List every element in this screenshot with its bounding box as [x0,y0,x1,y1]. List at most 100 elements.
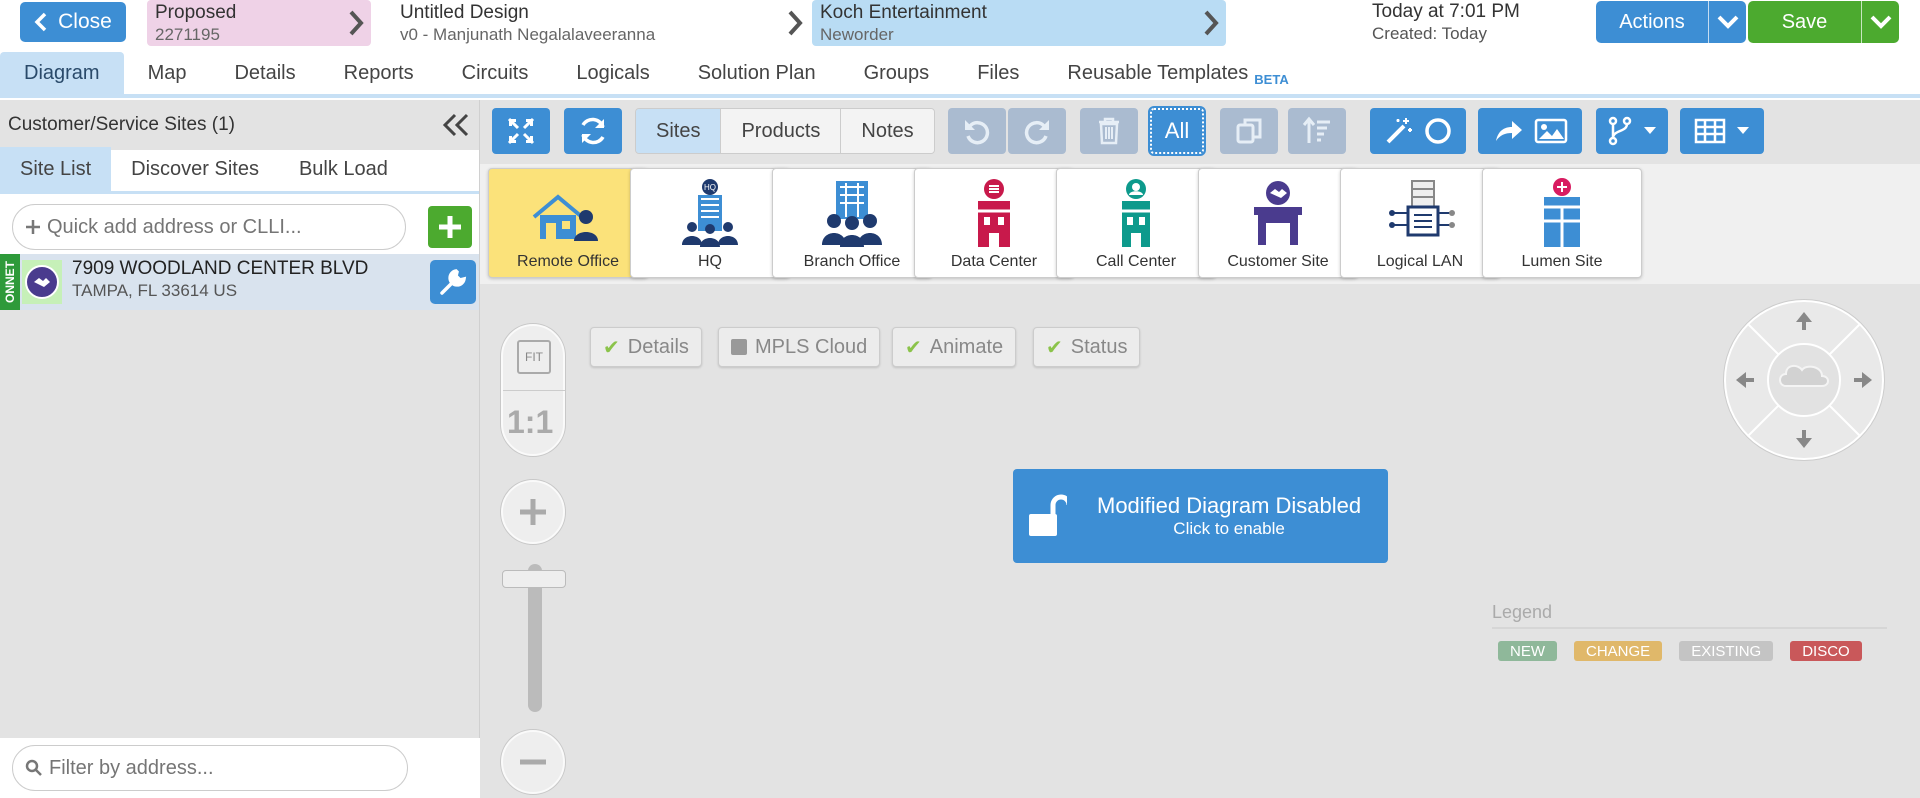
site-list-item[interactable]: ONNET 7909 WOODLAND CENTER BLVD TAMPA, F… [0,254,479,310]
save-label: Save [1781,10,1828,33]
caret-down-icon [1737,127,1749,134]
unlock-icon [1029,494,1067,536]
add-site-button[interactable] [428,206,472,248]
site-address: 7909 WOODLAND CENTER BLVD [72,258,369,279]
plus-icon [439,216,461,238]
quick-add-input[interactable] [47,215,367,239]
tab-site-list[interactable]: Site List [0,147,112,191]
zoom-slider-handle[interactable] [502,570,566,588]
chevron-down-icon [1717,15,1738,29]
beta-badge: BETA [1254,71,1289,87]
save-button[interactable]: Save [1748,1,1899,43]
zoom-in-button[interactable] [501,480,565,544]
timestamp-block: Today at 7:01 PM Created: Today [1372,1,1520,45]
copy-icon [1236,118,1262,144]
palette-customer-site[interactable]: Customer Site [1198,168,1358,278]
palette-label: Logical LAN [1376,253,1464,270]
tab-logicals[interactable]: Logicals [552,52,673,94]
sidebar-header: Customer/Service Sites (1) [0,100,479,150]
tab-bulk-load[interactable]: Bulk Load [279,147,408,191]
sidebar-tabs: Site List Discover Sites Bulk Load [0,147,479,194]
tab-details[interactable]: Details [210,52,319,94]
breadcrumb-customer[interactable]: Koch Entertainment Neworder [812,0,1226,46]
search-icon [25,759,42,776]
segment-products[interactable]: Products [721,109,842,153]
tab-discover-sites[interactable]: Discover Sites [111,147,279,191]
fit-button[interactable]: FIT [517,340,551,374]
tab-diagram[interactable]: Diagram [0,52,124,94]
image-icon [1534,118,1568,144]
logical-lan-icon [1389,180,1455,237]
palette-branch-office[interactable]: Branch Office [772,168,932,278]
enable-modified-diagram-button[interactable]: Modified Diagram Disabled Click to enabl… [1013,469,1388,563]
save-dropdown-toggle[interactable] [1861,1,1899,43]
palette-data-center[interactable]: Data Center [914,168,1074,278]
toggle-status[interactable]: ✔ Status [1033,327,1141,367]
toggle-details[interactable]: ✔ Details [590,327,702,367]
breadcrumb-design[interactable]: Untitled Design v0 - Manjunath Negalalav… [392,0,803,46]
magic-shape-button[interactable] [1370,108,1466,154]
actions-dropdown-toggle[interactable] [1708,1,1746,43]
pan-arrows-icon [1736,312,1872,448]
site-city: TAMPA, FL 33614 US [72,281,238,300]
site-settings-button[interactable] [430,260,476,304]
tab-reports[interactable]: Reports [320,52,438,94]
filter-input[interactable] [49,756,369,780]
modified-title: Modified Diagram Disabled [1097,493,1362,518]
quick-add-field [12,204,406,250]
palette-call-center[interactable]: Call Center [1056,168,1216,278]
toggle-label: Status [1070,335,1128,358]
sites-sidebar: Customer/Service Sites (1) Site List Dis… [0,100,480,798]
tab-circuits[interactable]: Circuits [438,52,553,94]
toggle-mpls-cloud[interactable]: MPLS Cloud [718,327,881,367]
sort-button[interactable] [1288,108,1346,154]
share-image-button[interactable] [1478,108,1582,154]
expand-button[interactable] [492,108,550,154]
palette-remote-office[interactable]: Remote Office [488,168,648,278]
sidebar-footer [0,738,480,798]
minus-icon [520,759,546,765]
toggle-label: MPLS Cloud [755,335,868,358]
status-label: Proposed [155,2,237,23]
chevron-left-icon [34,12,47,32]
hq-icon: HQ [682,179,738,247]
select-all-button[interactable]: All [1148,106,1206,156]
tab-reusable-templates[interactable]: Reusable Templates BETA [1043,52,1312,94]
table-dropdown-button[interactable] [1680,108,1764,154]
pan-navigation-pad[interactable] [1726,302,1882,458]
branch-dropdown-button[interactable] [1596,108,1668,154]
legend-disco: DISCO [1790,641,1862,661]
palette-lumen-site[interactable]: Lumen Site [1482,168,1642,278]
refresh-button[interactable] [564,108,622,154]
collapse-double-chevron-icon[interactable] [441,112,471,138]
breadcrumb-status[interactable]: Proposed 2271195 [147,0,371,46]
sidebar-title: Customer/Service Sites (1) [8,114,236,135]
toggle-animate[interactable]: ✔ Animate [892,327,1017,367]
palette-label: Call Center [1095,253,1177,270]
undo-button[interactable] [948,108,1006,154]
segment-sites[interactable]: Sites [636,109,722,153]
tab-files[interactable]: Files [953,52,1043,94]
chevron-right-icon [1204,10,1219,36]
segment-notes[interactable]: Notes [841,109,934,153]
checkmark-icon: ✔ [1046,336,1063,359]
delete-button[interactable] [1080,108,1138,154]
tab-groups[interactable]: Groups [840,52,954,94]
palette-logical-lan[interactable]: Logical LAN [1340,168,1500,278]
magic-wand-icon [1386,118,1412,144]
one-to-one-button[interactable]: 1:1 [507,404,553,441]
tab-map[interactable]: Map [124,52,211,94]
close-button[interactable]: Close [20,2,126,42]
actions-button[interactable]: Actions [1596,1,1746,43]
checkmark-icon: ✔ [603,336,620,359]
view-segment: Sites Products Notes [635,108,935,154]
redo-button[interactable] [1008,108,1066,154]
copy-button[interactable] [1220,108,1278,154]
palette-hq[interactable]: HQ HQ [630,168,790,278]
plus-icon [26,220,40,234]
tab-solution-plan[interactable]: Solution Plan [674,52,840,94]
palette-label: Remote Office [517,253,619,270]
diagram-canvas[interactable]: FIT 1:1 ✔ Details MPLS Cloud ✔ Animate ✔… [480,284,1920,798]
zoom-out-button[interactable] [501,730,565,794]
customer-type: Neworder [820,25,894,44]
